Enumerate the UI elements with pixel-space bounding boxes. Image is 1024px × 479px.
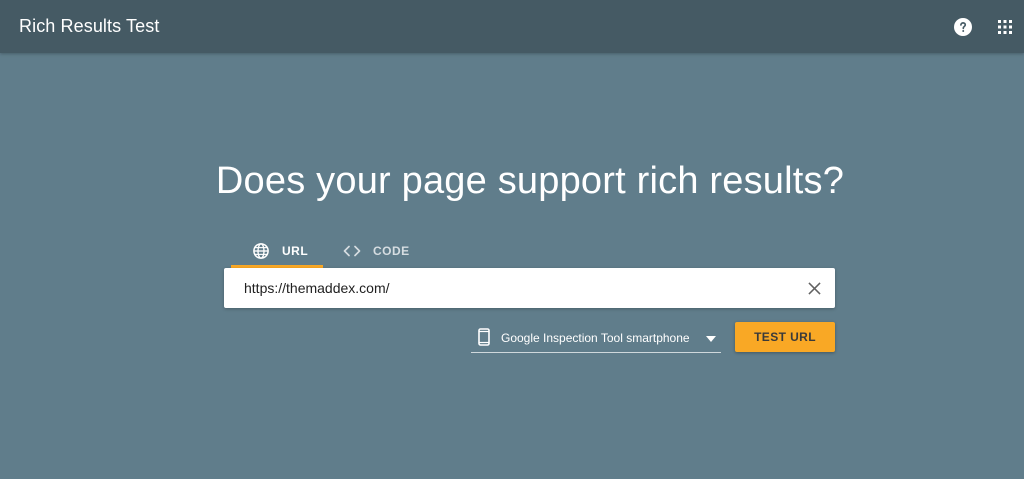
user-agent-select[interactable]: Google Inspection Tool smartphone bbox=[471, 322, 721, 353]
tab-code-label: CODE bbox=[373, 244, 410, 258]
chevron-down-icon bbox=[706, 336, 716, 342]
top-app-bar: Rich Results Test bbox=[0, 0, 1024, 53]
tab-url[interactable]: URL bbox=[231, 234, 323, 268]
close-icon[interactable] bbox=[808, 282, 821, 295]
url-input[interactable] bbox=[244, 268, 784, 308]
globe-icon bbox=[253, 243, 269, 259]
url-field-container bbox=[224, 268, 835, 308]
app-title: Rich Results Test bbox=[19, 16, 160, 36]
test-url-button[interactable]: TEST URL bbox=[735, 322, 835, 352]
user-agent-selected: Google Inspection Tool smartphone bbox=[501, 331, 690, 345]
input-mode-tabs: URL CODE bbox=[231, 234, 410, 268]
tab-code[interactable]: CODE bbox=[323, 234, 410, 268]
apps-icon[interactable] bbox=[997, 19, 1013, 35]
smartphone-icon bbox=[478, 328, 490, 346]
help-icon[interactable] bbox=[954, 18, 972, 36]
tab-url-label: URL bbox=[282, 244, 309, 258]
page-headline: Does your page support rich results? bbox=[215, 160, 845, 202]
code-icon bbox=[343, 245, 361, 257]
